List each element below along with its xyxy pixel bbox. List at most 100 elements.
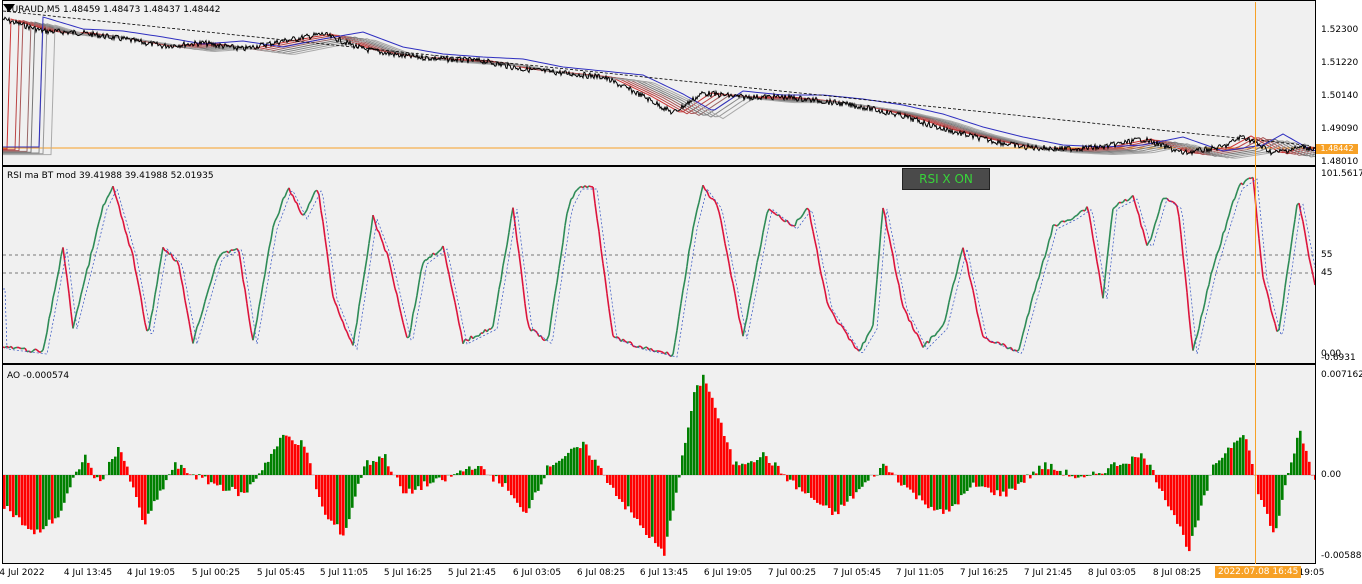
ao-bar — [381, 458, 384, 475]
ao-bar — [807, 475, 810, 493]
rsi-segment — [1138, 214, 1142, 226]
ao-bar — [933, 475, 936, 511]
ao-bar — [930, 475, 933, 507]
ao-bar — [711, 397, 714, 475]
rsi-segment — [546, 334, 550, 340]
ao-bar — [405, 475, 408, 494]
rsi-segment — [108, 190, 112, 196]
ao-bar — [240, 475, 243, 493]
ao-bar — [1293, 453, 1296, 475]
ao-bar — [27, 475, 30, 529]
ao-bar — [135, 475, 138, 497]
ao-bar — [270, 453, 273, 475]
rsi-segment — [684, 266, 688, 280]
ao-bar — [15, 475, 18, 516]
ao-bar — [249, 475, 252, 485]
ao-bar — [909, 475, 912, 490]
rsi-segment — [46, 318, 50, 333]
ao-bar — [951, 475, 954, 506]
ao-bar — [699, 385, 702, 475]
rsi-segment — [1268, 299, 1272, 311]
ao-bar — [570, 448, 573, 475]
rsi-segment — [70, 311, 74, 329]
rsi-segment — [716, 205, 720, 213]
ao-bar — [1188, 475, 1191, 552]
rsi-segment — [1218, 243, 1222, 250]
ao-bar — [1191, 475, 1194, 536]
ao-bar — [1089, 475, 1092, 476]
time-tick-label: 8 Jul 03:05 — [1087, 568, 1137, 578]
ao-bar — [168, 474, 171, 475]
ao-bar — [1275, 475, 1278, 529]
rsi-segment — [100, 205, 104, 216]
ao-bar — [996, 475, 999, 491]
rsi-tick: 101.5617 — [1321, 169, 1362, 179]
rsi-segment — [248, 317, 252, 331]
ao-bar — [321, 475, 324, 507]
time-tick-label: 6 Jul 13:45 — [639, 568, 689, 578]
price-pane[interactable]: EURAUD,M5 1.48459 1.48473 1.48437 1.4844… — [2, 0, 1316, 166]
rsi-segment — [268, 239, 272, 249]
time-tick-label: 5 Jul 00:25 — [191, 568, 241, 578]
rsi-segment — [502, 255, 506, 266]
ao-chart — [3, 374, 1315, 556]
ao-bar — [1152, 470, 1155, 475]
rsi-segment — [814, 240, 818, 251]
ao-bar — [1302, 443, 1305, 475]
ao-pane[interactable]: AO -0.000574 — [2, 364, 1316, 564]
rsi-segment — [346, 331, 350, 338]
ao-bar — [420, 475, 423, 490]
rsi-segment — [34, 348, 38, 351]
rsi-segment — [738, 317, 742, 326]
rsi-segment — [182, 286, 186, 301]
rsi-segment — [730, 275, 734, 284]
ao-bar — [810, 475, 813, 498]
ao-bar — [183, 468, 186, 475]
ao-bar — [1245, 439, 1248, 475]
ao-bar — [648, 475, 651, 538]
rsi-segment — [412, 305, 416, 315]
rsi-segment — [384, 250, 388, 254]
ao-bar — [903, 475, 906, 485]
ao-bar — [180, 464, 183, 475]
ao-bar — [123, 460, 126, 475]
rsi-segment — [320, 210, 324, 222]
ao-bar — [795, 475, 798, 490]
rsi-segment — [1230, 200, 1234, 209]
rsi-segment — [842, 327, 846, 332]
ao-bar — [1140, 453, 1143, 475]
ao-bar — [738, 465, 741, 475]
ao-bar — [522, 475, 525, 512]
rsi-segment — [98, 214, 102, 223]
rsi-segment — [588, 185, 592, 188]
time-tick-label: 7 Jul 16:25 — [959, 568, 1009, 578]
rsi-segment — [758, 244, 762, 255]
time-tick-label: 5 Jul 11:05 — [319, 568, 369, 578]
rsi-segment — [626, 341, 630, 344]
rsi-segment — [192, 334, 196, 344]
rsi-segment — [728, 263, 732, 276]
ao-bar — [198, 474, 201, 475]
rsi-segment — [1028, 302, 1032, 313]
rsi-segment — [970, 282, 974, 291]
ao-bar — [1122, 463, 1125, 475]
ao-bar — [1041, 469, 1044, 475]
rsi-segment — [868, 329, 872, 334]
rsi-segment — [786, 219, 790, 224]
ao-bar — [1269, 475, 1272, 526]
rsi-segment — [214, 261, 218, 268]
ao-bar — [438, 475, 441, 478]
ao-bar — [636, 475, 639, 519]
ao-bar — [1299, 430, 1302, 475]
rsi-segment — [118, 205, 122, 216]
rsi-pane[interactable]: RSI ma BT mod 39.41988 39.41988 52.01935 — [2, 166, 1316, 364]
rsi-segment — [208, 281, 212, 288]
rsi-toggle-button[interactable]: RSI X ON — [902, 168, 990, 190]
rsi-segment — [1150, 231, 1154, 240]
ao-bar — [1080, 475, 1083, 477]
rsi-segment — [1180, 234, 1184, 256]
rsi-segment — [568, 198, 572, 207]
ao-bar — [114, 456, 117, 475]
ao-bar — [693, 392, 696, 475]
ao-bar — [708, 391, 711, 475]
